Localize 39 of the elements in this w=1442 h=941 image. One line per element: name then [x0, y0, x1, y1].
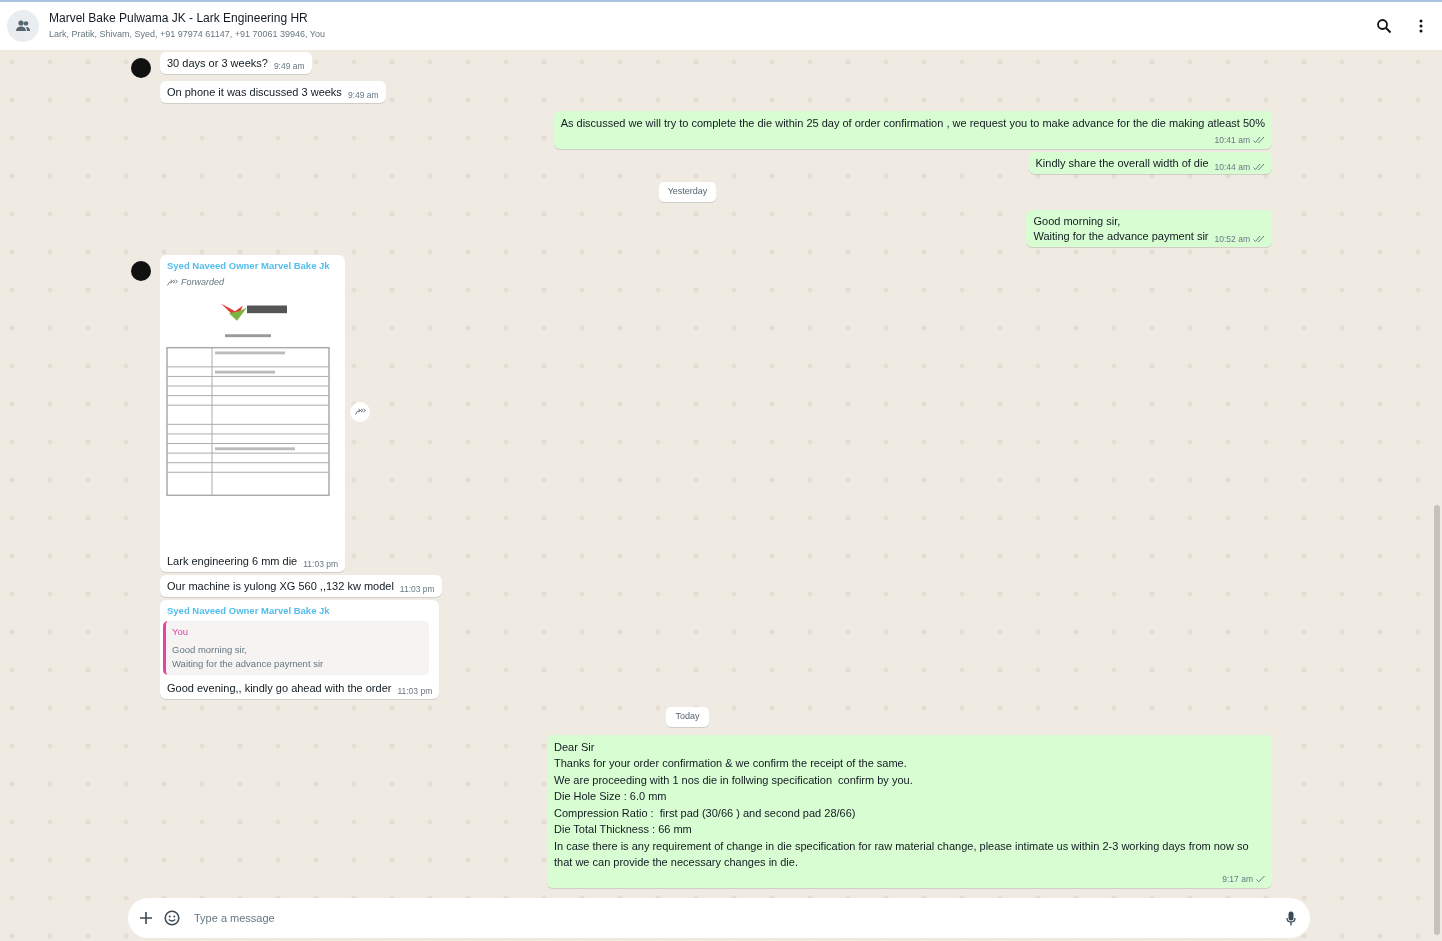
message-text: As discussed we will try to complete the die within 25 day of order confirmation , we request you to make advance for the die making atleast 50% [560, 117, 1265, 129]
message-text: Lark engineering 6 mm die [167, 553, 298, 569]
scrollbar[interactable] [1434, 505, 1440, 935]
menu-button[interactable] [1418, 18, 1424, 34]
sender-name: Syed Naveed Owner Marvel Bake Jk [167, 258, 331, 273]
message-composer[interactable]: Type a message [128, 898, 1310, 938]
message-text: Our machine is yulong XG 560 ,,132 kw model [167, 578, 394, 594]
message-time: 11:03 pm [397, 685, 433, 698]
message-time: 10:44 am [1214, 160, 1250, 174]
quote-text: Good morning sir, Waiting for the advance payment sir [172, 643, 325, 671]
sender-name: Syed Naveed Owner Marvel Bake Jk [167, 603, 331, 618]
message-time: 9:49 am [273, 60, 305, 73]
message-input[interactable]: Type a message [192, 908, 1274, 928]
message-text: 30 days or 3 weeks? [167, 56, 268, 71]
date-label: Yesterday [658, 182, 717, 202]
quote-author: You [172, 624, 190, 639]
message-time: 9:17 am [1222, 872, 1253, 886]
message-time: 11:03 pm [399, 582, 435, 596]
search-button[interactable] [1376, 18, 1392, 34]
message-time: 10:52 am [1214, 233, 1250, 246]
plus-icon[interactable] [140, 912, 152, 924]
message-text: Kindly share the overall width of die [1035, 156, 1209, 172]
forward-icon [354, 408, 366, 416]
message-time: 10:41 am [1214, 133, 1250, 147]
emoji-icon[interactable] [164, 910, 180, 926]
microphone-icon[interactable] [1286, 910, 1296, 926]
message-time: 11:03 pm [303, 557, 339, 571]
message-text: Dear Sir Thanks for your order confirmation & we confirm the receipt of the same. We are proceeding with 1 nos die in follwing specification confirm by you. Die Hole Size : 6.0 mm Compression Ratio : first pad (30/66 ) and second pad 28/66) Die Total Thickness : 66 mm In case there is any requirement of change in die specification for raw material change, please intimate us within 2-3 working days from now so that we can provide the necessary changes in die. [554, 740, 1250, 868]
forwarded-icon [167, 279, 178, 287]
chat-members: Lark, Pratik, Shivam, Syed, +91 97974 61147, +91 70061 39946, You [49, 28, 327, 41]
forward-button[interactable] [350, 401, 371, 422]
message-text: On phone it was discussed 3 weeks [167, 85, 342, 100]
group-avatar-icon[interactable] [7, 10, 39, 42]
message-text: Good morning sir, Waiting for the advance payment sir [1033, 213, 1209, 244]
forwarded-label: Forwarded [181, 276, 225, 289]
date-label: Today [666, 707, 709, 727]
message-time: 9:49 am [347, 89, 379, 102]
chat-title: Marvel Bake Pulwama JK - Lark Engineering HR [49, 11, 309, 26]
message-text: Good evening,, kindly go ahead with the order [167, 681, 392, 696]
